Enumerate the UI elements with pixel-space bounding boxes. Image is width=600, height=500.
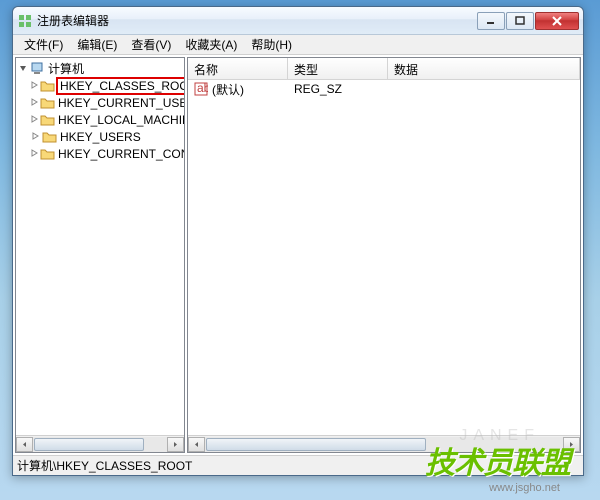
menu-help[interactable]: 帮助(H) bbox=[244, 34, 299, 55]
expand-icon[interactable] bbox=[30, 80, 39, 91]
menu-file[interactable]: 文件(F) bbox=[17, 34, 70, 55]
tree-label: HKEY_CURRENT_USER bbox=[58, 96, 184, 110]
tree-item-hkcr[interactable]: HKEY_CLASSES_ROOT bbox=[16, 77, 184, 94]
window-controls bbox=[477, 12, 579, 30]
status-path: 计算机\HKEY_CLASSES_ROOT bbox=[17, 457, 192, 474]
computer-icon bbox=[30, 62, 46, 76]
close-button[interactable] bbox=[535, 12, 579, 30]
scroll-right-button[interactable] bbox=[563, 437, 580, 452]
titlebar[interactable]: 注册表编辑器 bbox=[13, 7, 583, 35]
expand-icon[interactable] bbox=[30, 148, 39, 159]
svg-text:ab: ab bbox=[197, 82, 208, 95]
string-value-icon: ab bbox=[194, 82, 208, 96]
column-type[interactable]: 类型 bbox=[288, 58, 388, 79]
app-icon bbox=[17, 13, 33, 29]
folder-icon bbox=[40, 96, 56, 110]
column-data[interactable]: 数据 bbox=[388, 58, 580, 79]
tree-item-hkcu[interactable]: HKEY_CURRENT_USER bbox=[16, 94, 184, 111]
expand-icon[interactable] bbox=[30, 97, 39, 108]
maximize-button[interactable] bbox=[506, 12, 534, 30]
tree-root-label: 计算机 bbox=[48, 60, 84, 77]
registry-editor-window: 注册表编辑器 文件(F) 编辑(E) 查看(V) 收藏夹(A) 帮助(H) 计算… bbox=[12, 6, 584, 476]
content-area: 计算机 HKEY_CLASSES_ROOT HKEY_CURRENT_USER … bbox=[13, 55, 583, 455]
scroll-thumb[interactable] bbox=[34, 438, 144, 451]
list-body: ab (默认) REG_SZ bbox=[188, 80, 580, 435]
tree-body: 计算机 HKEY_CLASSES_ROOT HKEY_CURRENT_USER … bbox=[16, 58, 184, 435]
folder-icon bbox=[40, 79, 56, 93]
scroll-thumb[interactable] bbox=[206, 438, 426, 451]
tree-pane: 计算机 HKEY_CLASSES_ROOT HKEY_CURRENT_USER … bbox=[15, 57, 185, 453]
menu-view[interactable]: 查看(V) bbox=[124, 34, 178, 55]
minimize-button[interactable] bbox=[477, 12, 505, 30]
scroll-left-button[interactable] bbox=[188, 437, 205, 452]
cell-name: ab (默认) bbox=[188, 81, 288, 98]
scroll-track[interactable] bbox=[205, 437, 563, 452]
expand-icon[interactable] bbox=[30, 131, 41, 142]
list-hscrollbar[interactable] bbox=[188, 435, 580, 452]
tree-item-hkcc[interactable]: HKEY_CURRENT_CONFIG bbox=[16, 145, 184, 162]
collapse-icon[interactable] bbox=[18, 63, 29, 74]
folder-icon bbox=[40, 113, 56, 127]
tree-label: HKEY_USERS bbox=[60, 130, 141, 144]
scroll-left-button[interactable] bbox=[16, 437, 33, 452]
list-row[interactable]: ab (默认) REG_SZ bbox=[188, 80, 580, 98]
menu-favorites[interactable]: 收藏夹(A) bbox=[178, 34, 244, 55]
folder-icon bbox=[40, 147, 56, 161]
scroll-track[interactable] bbox=[33, 437, 167, 452]
column-name[interactable]: 名称 bbox=[188, 58, 288, 79]
scroll-right-button[interactable] bbox=[167, 437, 184, 452]
cell-type: REG_SZ bbox=[288, 82, 388, 96]
tree-hscrollbar[interactable] bbox=[16, 435, 184, 452]
tree-label: HKEY_CURRENT_CONFIG bbox=[58, 147, 184, 161]
folder-icon bbox=[42, 130, 58, 144]
tree-label: HKEY_CLASSES_ROOT bbox=[58, 79, 184, 93]
tree-root[interactable]: 计算机 bbox=[16, 60, 184, 77]
list-pane: 名称 类型 数据 ab (默认) REG_SZ bbox=[187, 57, 581, 453]
tree-label: HKEY_LOCAL_MACHINE bbox=[58, 113, 184, 127]
menubar: 文件(F) 编辑(E) 查看(V) 收藏夹(A) 帮助(H) bbox=[13, 35, 583, 55]
window-title: 注册表编辑器 bbox=[37, 12, 477, 29]
watermark-url: www.jsgho.net bbox=[489, 482, 560, 494]
expand-icon[interactable] bbox=[30, 114, 39, 125]
value-name: (默认) bbox=[212, 81, 244, 98]
tree-item-hku[interactable]: HKEY_USERS bbox=[16, 128, 184, 145]
tree-item-hklm[interactable]: HKEY_LOCAL_MACHINE bbox=[16, 111, 184, 128]
menu-edit[interactable]: 编辑(E) bbox=[70, 34, 124, 55]
statusbar: 计算机\HKEY_CLASSES_ROOT bbox=[13, 455, 583, 475]
list-header: 名称 类型 数据 bbox=[188, 58, 580, 80]
